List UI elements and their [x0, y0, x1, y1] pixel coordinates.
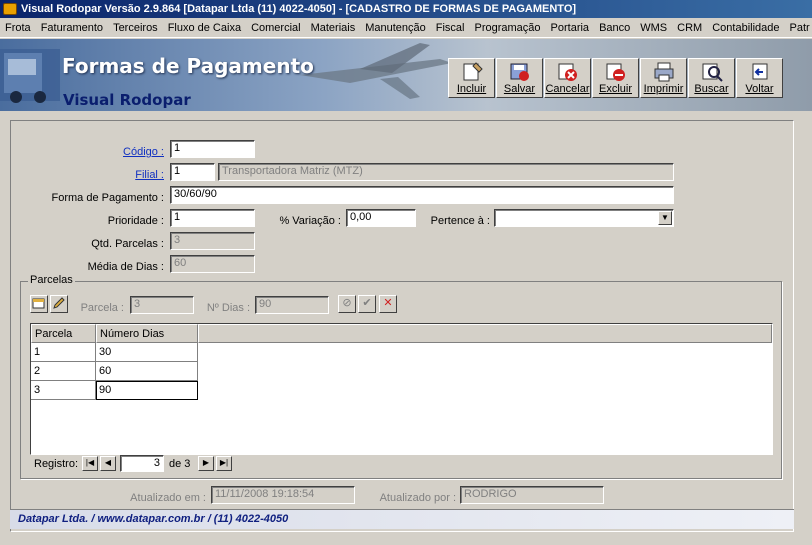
- record-navigator: Registro: |◀ ◀ 3 de 3 ▶ ▶|: [30, 455, 773, 474]
- checkmark-icon: ✔: [362, 297, 372, 309]
- numero-dias-field: 90: [255, 296, 329, 314]
- atualizado-por-field: RODRIGO: [460, 486, 604, 504]
- qtd-parcelas-field: 3: [170, 232, 255, 250]
- grid-cell-parcela[interactable]: 3: [31, 381, 96, 400]
- registro-label: Registro:: [34, 458, 79, 470]
- excluir-button[interactable]: Excluir: [592, 58, 639, 98]
- forma-pagamento-field[interactable]: 30/60/90: [170, 186, 674, 204]
- cancel-icon: [558, 63, 577, 81]
- menu-comercial[interactable]: Comercial: [246, 18, 306, 37]
- grid-cell-dias[interactable]: 30: [96, 343, 198, 362]
- pertence-select[interactable]: ▼: [494, 209, 674, 227]
- window-title: Visual Rodopar Versão 2.9.864 [Datapar L…: [21, 3, 577, 15]
- footer-contact: Datapar Ltda. / www.datapar.com.br / (11…: [18, 513, 289, 525]
- save-icon: [510, 63, 529, 81]
- footer-bar: Datapar Ltda. / www.datapar.com.br / (11…: [10, 509, 794, 529]
- menu-patr[interactable]: Patr: [785, 18, 812, 37]
- menu-terceiros[interactable]: Terceiros: [108, 18, 163, 37]
- grid-cell-parcela[interactable]: 1: [31, 343, 96, 362]
- circle-slash-icon: ⊘: [342, 297, 352, 309]
- menu-bar: Frota Faturamento Terceiros Fluxo de Caixa C…: [0, 18, 812, 38]
- next-record-button[interactable]: ▶: [198, 456, 214, 471]
- banner-title: Formas de Pagamento: [62, 54, 314, 78]
- menu-contabilidade[interactable]: Contabilidade: [707, 18, 784, 37]
- codigo-label: Código :: [123, 146, 164, 158]
- filial-code-field[interactable]: 1: [170, 163, 215, 181]
- codigo-field[interactable]: 1: [170, 140, 255, 158]
- column-header-parcela[interactable]: Parcela: [31, 324, 96, 343]
- menu-faturamento[interactable]: Faturamento: [36, 18, 108, 37]
- banner-subtitle: Visual Rodopar: [63, 91, 191, 109]
- new-record-icon: [32, 298, 45, 309]
- atualizado-em-field: 11/11/2008 19:18:54: [211, 486, 355, 504]
- media-dias-field: 60: [170, 255, 255, 273]
- menu-banco[interactable]: Banco: [594, 18, 635, 37]
- filial-label: Filial :: [135, 169, 164, 181]
- prev-record-button[interactable]: ◀: [100, 456, 116, 471]
- forma-pagamento-label: Forma de Pagamento :: [51, 192, 164, 204]
- add-document-icon: [463, 62, 483, 81]
- delete-parcela-button[interactable]: ✕: [379, 295, 397, 313]
- new-parcela-button[interactable]: [30, 295, 48, 313]
- buscar-button[interactable]: Buscar: [688, 58, 735, 98]
- grid-cell-dias[interactable]: 60: [96, 362, 198, 381]
- grid-cell-parcela[interactable]: 2: [31, 362, 96, 381]
- registro-field[interactable]: 3: [120, 455, 164, 472]
- incluir-button[interactable]: Incluir: [448, 58, 495, 98]
- imprimir-button[interactable]: Imprimir: [640, 58, 687, 98]
- menu-materiais[interactable]: Materiais: [306, 18, 361, 37]
- parcela-label: Parcela :: [80, 302, 124, 314]
- first-record-button[interactable]: |◀: [82, 456, 98, 471]
- cancelar-button[interactable]: Cancelar: [544, 58, 591, 98]
- atualizado-por-label: Atualizado por :: [379, 492, 456, 504]
- confirm-parcela-button[interactable]: ✔: [358, 295, 376, 313]
- window-title-bar[interactable]: Visual Rodopar Versão 2.9.864 [Datapar L…: [0, 0, 812, 18]
- cancel-parcela-button[interactable]: ⊘: [338, 295, 356, 313]
- back-icon: [752, 63, 767, 80]
- pertence-label: Pertence à :: [430, 215, 490, 227]
- menu-programacao[interactable]: Programação: [469, 18, 545, 37]
- app-truck-icon: [3, 3, 17, 15]
- menu-frota[interactable]: Frota: [0, 18, 36, 37]
- search-icon: [702, 63, 723, 82]
- parcelas-legend: Parcelas: [28, 274, 75, 286]
- parcela-field: 3: [130, 296, 194, 314]
- menu-portaria[interactable]: Portaria: [546, 18, 595, 37]
- menu-fiscal[interactable]: Fiscal: [431, 18, 470, 37]
- parcelas-grid[interactable]: Parcela Número Dias 1 30 2 60 3 90: [30, 323, 773, 455]
- red-x-icon: ✕: [383, 297, 393, 309]
- menu-wms[interactable]: WMS: [635, 18, 672, 37]
- printer-icon: [654, 62, 673, 82]
- last-arrow-icon: ▶|: [219, 458, 229, 467]
- filial-name-field: Transportadora Matriz (MTZ): [218, 163, 674, 181]
- registro-total: de 3: [169, 458, 191, 470]
- prioridade-field[interactable]: 1: [170, 209, 255, 227]
- menu-manutencao[interactable]: Manutenção: [360, 18, 431, 37]
- prev-arrow-icon: ◀: [104, 458, 112, 467]
- grid-cell-dias-selected[interactable]: 90: [96, 381, 198, 400]
- qtd-parcelas-label: Qtd. Parcelas :: [91, 238, 164, 250]
- column-header-filler: [198, 324, 772, 343]
- edit-parcela-button[interactable]: [50, 295, 68, 313]
- dropdown-arrow-icon[interactable]: ▼: [658, 211, 672, 225]
- menu-fluxo-de-caixa[interactable]: Fluxo de Caixa: [163, 18, 246, 37]
- column-header-numero-dias[interactable]: Número Dias: [96, 324, 198, 343]
- numero-dias-label: Nº Dias :: [206, 302, 250, 314]
- atualizado-em-label: Atualizado em :: [130, 492, 206, 504]
- voltar-button[interactable]: Voltar: [736, 58, 783, 98]
- first-arrow-icon: |◀: [85, 458, 95, 467]
- last-record-button[interactable]: ▶|: [216, 456, 232, 471]
- next-arrow-icon: ▶: [202, 458, 210, 467]
- delete-icon: [606, 63, 625, 81]
- menu-crm[interactable]: CRM: [672, 18, 707, 37]
- media-dias-label: Média de Dias :: [87, 261, 164, 273]
- variacao-label: % Variação :: [279, 215, 341, 227]
- prioridade-label: Prioridade :: [107, 215, 164, 227]
- salvar-button[interactable]: Salvar: [496, 58, 543, 98]
- variacao-field[interactable]: 0,00: [346, 209, 416, 227]
- pencil-icon: [53, 297, 65, 309]
